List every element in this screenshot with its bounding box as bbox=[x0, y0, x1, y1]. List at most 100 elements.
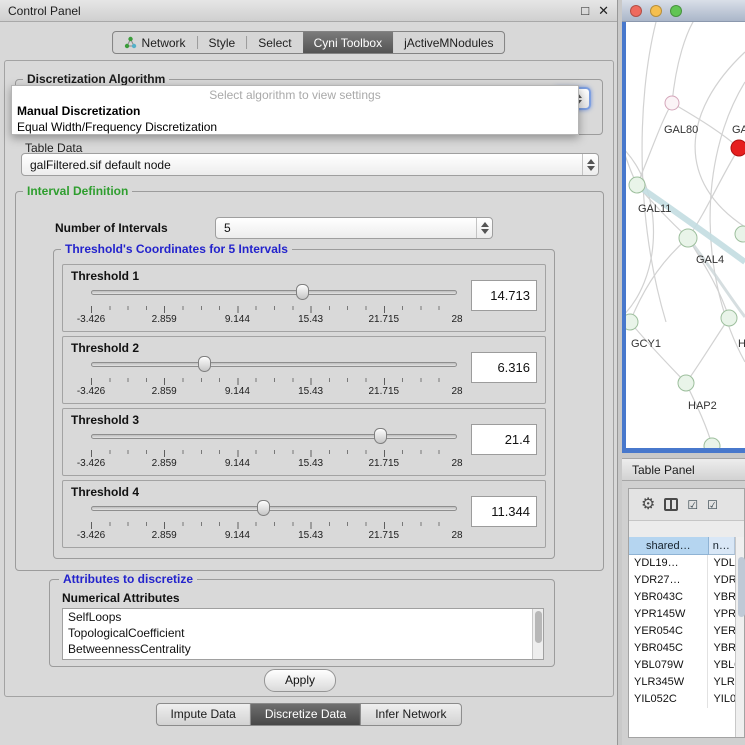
table-cell[interactable]: YBL0… bbox=[708, 657, 735, 674]
network-canvas[interactable]: GAL80GAGAL11GAL4GCY1HHAP2 bbox=[626, 22, 745, 448]
tab-style[interactable]: Style bbox=[198, 32, 247, 53]
list-item[interactable]: SelfLoops bbox=[63, 609, 543, 625]
table-row[interactable]: YBL079WYBL0… bbox=[629, 657, 735, 674]
table-cell[interactable]: YBR045C bbox=[629, 640, 708, 657]
tab-jactivemnodules[interactable]: jActiveMNodules bbox=[393, 32, 504, 53]
network-node[interactable] bbox=[704, 438, 720, 448]
network-node[interactable] bbox=[735, 226, 745, 242]
threshold-3-value-field[interactable]: 21.4 bbox=[471, 424, 537, 455]
table-cell[interactable]: YDR27… bbox=[629, 572, 708, 589]
table-row[interactable]: YLR345WYLR3… bbox=[629, 674, 735, 691]
table-row[interactable]: YBR045CYBR0… bbox=[629, 640, 735, 657]
table-row[interactable]: YPR145WYPR1… bbox=[629, 606, 735, 623]
table-cell[interactable]: YBR0… bbox=[708, 640, 735, 657]
tab-select[interactable]: Select bbox=[247, 32, 302, 53]
table-cell[interactable]: YLR3… bbox=[708, 674, 735, 691]
slider-thumb[interactable] bbox=[257, 500, 270, 516]
tab-network[interactable]: Network bbox=[113, 32, 197, 53]
table-row[interactable]: YBR043CYBR0… bbox=[629, 589, 735, 606]
slider-thumb[interactable] bbox=[198, 356, 211, 372]
slider-thumb[interactable] bbox=[296, 284, 309, 300]
network-node-label: HAP2 bbox=[688, 400, 717, 412]
table-cell[interactable]: YLR345W bbox=[629, 674, 708, 691]
tab-discretize-data[interactable]: Discretize Data bbox=[250, 703, 361, 726]
network-node[interactable] bbox=[626, 314, 638, 330]
gear-icon[interactable]: ⚙ bbox=[641, 497, 655, 513]
slider-thumb[interactable] bbox=[374, 428, 387, 444]
table-cell[interactable]: YPR1… bbox=[708, 606, 735, 623]
table-cell[interactable]: YDL19… bbox=[629, 555, 708, 572]
threshold-1-slider[interactable] bbox=[91, 281, 457, 303]
network-node[interactable] bbox=[721, 310, 737, 326]
table-cell[interactable]: YIL0… bbox=[708, 691, 735, 708]
tab-label: Select bbox=[258, 36, 291, 50]
slider-track[interactable] bbox=[91, 290, 457, 295]
table-data-combo[interactable]: galFiltered.sif default node bbox=[21, 153, 599, 176]
zoom-traffic-light-icon[interactable] bbox=[670, 5, 682, 17]
list-scrollbar[interactable] bbox=[532, 609, 543, 659]
network-node[interactable] bbox=[629, 177, 645, 193]
threshold-2-value-field[interactable]: 6.316 bbox=[471, 352, 537, 383]
threshold-4-slider[interactable] bbox=[91, 497, 457, 519]
scrollbar-thumb[interactable] bbox=[535, 611, 542, 643]
combo-stepper-icon[interactable] bbox=[582, 154, 598, 175]
slider-track[interactable] bbox=[91, 506, 457, 511]
checkbox-icon[interactable]: ☑ bbox=[687, 499, 698, 511]
checkbox-icon[interactable]: ☑ bbox=[707, 499, 718, 511]
table-cell[interactable]: YDR2… bbox=[708, 572, 735, 589]
network-node-label: H bbox=[738, 338, 745, 350]
float-window-icon[interactable]: □ bbox=[581, 4, 589, 18]
combo-stepper-icon[interactable] bbox=[476, 218, 492, 238]
threshold-4-value-field[interactable]: 11.344 bbox=[471, 496, 537, 527]
table-cell[interactable]: YIL052C bbox=[629, 691, 708, 708]
network-tab-icon bbox=[124, 36, 137, 49]
table-row[interactable]: YER054CYER0… bbox=[629, 623, 735, 640]
discretization-algorithm-group-title: Discretization Algorithm bbox=[23, 72, 169, 86]
columns-icon[interactable] bbox=[664, 498, 678, 511]
dropdown-option-equal-width-frequency[interactable]: Equal Width/Frequency Discretization bbox=[12, 119, 578, 135]
column-header-shared[interactable]: shared… bbox=[629, 537, 709, 555]
apply-button[interactable]: Apply bbox=[264, 669, 336, 692]
network-node[interactable] bbox=[731, 140, 745, 156]
table-cell[interactable]: YDL1… bbox=[708, 555, 735, 572]
threshold-4-panel: Threshold 4 -3.4262.8599.14415.4321.7152… bbox=[62, 480, 546, 548]
table-cell[interactable]: YER054C bbox=[629, 623, 708, 640]
close-window-icon[interactable]: ✕ bbox=[598, 4, 609, 18]
table-cell[interactable]: YBR0… bbox=[708, 589, 735, 606]
table-cell[interactable]: YBR043C bbox=[629, 589, 708, 606]
scale-label: 21.715 bbox=[369, 530, 400, 541]
slider-track[interactable] bbox=[91, 362, 457, 367]
tab-impute-data[interactable]: Impute Data bbox=[155, 703, 250, 726]
dropdown-option-manual-discretization[interactable]: Manual Discretization bbox=[12, 103, 578, 119]
list-item[interactable]: BetweennessCentrality bbox=[63, 641, 543, 657]
minimize-traffic-light-icon[interactable] bbox=[650, 5, 662, 17]
numerical-attributes-list[interactable]: SelfLoopsTopologicalCoefficientBetweenne… bbox=[62, 608, 544, 660]
table-cell[interactable]: YPR145W bbox=[629, 606, 708, 623]
table-cell[interactable]: YBL079W bbox=[629, 657, 708, 674]
column-header-n[interactable]: n… bbox=[709, 537, 736, 555]
table-row[interactable]: YIL052CYIL0… bbox=[629, 691, 735, 708]
tab-infer-network[interactable]: Infer Network bbox=[360, 703, 461, 726]
threshold-2-slider[interactable] bbox=[91, 353, 457, 375]
scale-label: 9.144 bbox=[225, 530, 250, 541]
table-scrollbar[interactable] bbox=[735, 555, 744, 737]
threshold-1-value-field[interactable]: 14.713 bbox=[471, 280, 537, 311]
list-item[interactable]: TopologicalCoefficient bbox=[63, 625, 543, 641]
close-traffic-light-icon[interactable] bbox=[630, 5, 642, 17]
threshold-3-slider[interactable] bbox=[91, 425, 457, 447]
network-node[interactable] bbox=[678, 375, 694, 391]
attributes-group-title: Attributes to discretize bbox=[59, 572, 197, 586]
table-cell[interactable]: YER0… bbox=[708, 623, 735, 640]
network-node[interactable] bbox=[665, 96, 679, 110]
number-of-intervals-combo[interactable]: 5 bbox=[215, 217, 493, 239]
tab-cyni-toolbox[interactable]: Cyni Toolbox bbox=[303, 32, 393, 53]
scrollbar-thumb[interactable] bbox=[738, 557, 745, 617]
slider-track[interactable] bbox=[91, 434, 457, 439]
table-panel-header[interactable]: Table Panel bbox=[622, 458, 745, 481]
network-node[interactable] bbox=[679, 229, 697, 247]
top-tabstrip: Network Style Select Cyni Toolbox jActiv… bbox=[112, 31, 506, 54]
table-row[interactable]: YDR27…YDR2… bbox=[629, 572, 735, 589]
table-scrollbar-top[interactable] bbox=[735, 537, 744, 555]
threshold-1-panel: Threshold 1 -3.4262.8599.14415.4321.7152… bbox=[62, 264, 546, 332]
table-row[interactable]: YDL19…YDL1… bbox=[629, 555, 735, 572]
